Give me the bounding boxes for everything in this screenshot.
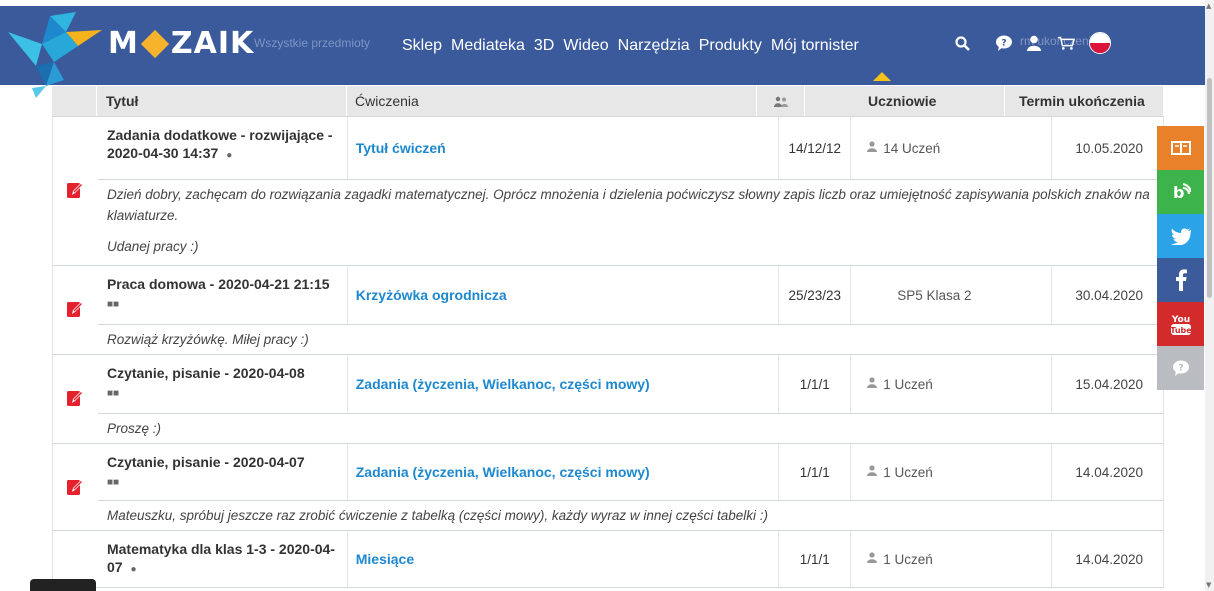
- facebook-icon[interactable]: [1157, 258, 1204, 302]
- task-title[interactable]: Praca domowa - 2020-04-21 21:15 ■■: [98, 266, 348, 324]
- assignments-table: Tytuł Ćwiczenia Uczniowie Termin ukończe…: [52, 86, 1164, 588]
- nav-3d[interactable]: 3D: [534, 37, 554, 55]
- title-type-icon: ■■: [106, 388, 120, 399]
- scroll-up-icon[interactable]: ▲: [1206, 2, 1211, 10]
- exercise-link[interactable]: Miesiące: [356, 551, 414, 567]
- svg-text:?: ?: [1178, 364, 1183, 374]
- floating-widget[interactable]: [30, 579, 96, 591]
- nav-moj-tornister[interactable]: Mój tornister: [771, 37, 859, 55]
- task-title[interactable]: Matematyka dla klas 1-3 - 2020-04-07 ●: [98, 531, 348, 587]
- svg-text:b: b: [1173, 183, 1184, 202]
- cart-icon[interactable]: [1057, 32, 1075, 54]
- table-row: Praca domowa - 2020-04-21 21:15 ■■ Krzyżó…: [52, 266, 1164, 355]
- share-icon[interactable]: b: [1157, 170, 1204, 214]
- exercise-link[interactable]: Zadania (życzenia, Wielkanoc, części mow…: [356, 376, 650, 392]
- title-type-icon: ●: [226, 150, 233, 161]
- help-icon[interactable]: ?: [1157, 346, 1204, 390]
- user-icon[interactable]: [1025, 32, 1043, 54]
- column-title[interactable]: Tytuł: [97, 86, 347, 116]
- page-scrollbar[interactable]: ▲ ▼: [1205, 0, 1214, 591]
- scroll-down-icon[interactable]: ▼: [1206, 581, 1211, 589]
- students-cell[interactable]: 14 Uczeń: [851, 117, 1053, 179]
- search-icon[interactable]: [953, 32, 971, 54]
- table-row: Czytanie, pisanie - 2020-04-08 ■■ Zadania…: [52, 355, 1164, 444]
- exercise-link[interactable]: Krzyżówka ogrodnicza: [356, 287, 507, 303]
- mozaik-bird-logo-icon[interactable]: [6, 10, 106, 98]
- completion-count: 25/23/23: [779, 266, 852, 324]
- logo-text-right: ZAIK: [170, 26, 255, 61]
- task-note: Dzień dobry, zachęcam do rozwiązania zag…: [98, 179, 1163, 265]
- table-header: Tytuł Ćwiczenia Uczniowie Termin ukończe…: [52, 86, 1164, 117]
- task-note: Rozwiąż krzyżówkę. Miłej pracy :): [98, 324, 1163, 354]
- students-cell[interactable]: SP5 Klasa 2: [851, 266, 1053, 324]
- nav-produkty[interactable]: Produkty: [699, 37, 762, 55]
- students-cell[interactable]: 1 Uczeń: [851, 531, 1053, 587]
- due-date: 15.04.2020: [1075, 376, 1143, 392]
- due-date: 10.05.2020: [1075, 140, 1143, 156]
- completion-count: 1/1/1: [779, 531, 852, 587]
- nav-wideo[interactable]: Wideo: [563, 37, 608, 55]
- logo-text-left: M: [108, 26, 139, 61]
- main-nav: Sklep Mediateka 3D Wideo Narzędzia Produ…: [402, 32, 868, 60]
- flag-pl-icon[interactable]: [1089, 32, 1111, 54]
- completion-count: 14/12/12: [779, 117, 852, 179]
- person-icon: [867, 141, 878, 155]
- header-tools: ?: [953, 32, 1111, 54]
- table-row: Matematyka dla klas 1-3 - 2020-04-07 ● Mi…: [52, 531, 1164, 588]
- completion-count: 1/1/1: [779, 355, 852, 413]
- exercise-link[interactable]: Zadania (życzenia, Wielkanoc, części mow…: [356, 464, 650, 480]
- nav-mediateka[interactable]: Mediateka: [451, 37, 525, 55]
- svg-text:Tube: Tube: [1170, 326, 1192, 335]
- task-title[interactable]: Zadania dodatkowe - rozwijające - 2020-0…: [98, 117, 348, 179]
- students-cell[interactable]: 1 Uczeń: [851, 444, 1053, 500]
- task-note: Proszę :): [98, 413, 1163, 443]
- person-icon: [867, 465, 878, 479]
- scrollbar-thumb[interactable]: [1207, 78, 1212, 298]
- subject-filter-ghost: Wszystkie przedmioty: [254, 36, 371, 50]
- due-date: 30.04.2020: [1075, 287, 1143, 303]
- active-nav-indicator: [873, 72, 891, 81]
- column-exercises[interactable]: Ćwiczenia: [347, 86, 757, 116]
- twitter-icon[interactable]: [1157, 214, 1204, 258]
- task-title[interactable]: Czytanie, pisanie - 2020-04-08 ■■: [98, 355, 348, 413]
- completion-count: 1/1/1: [779, 444, 852, 500]
- nav-narzedzia[interactable]: Narzędzia: [618, 37, 690, 55]
- social-sidebar: b You Tube ?: [1157, 126, 1204, 390]
- title-type-icon: ●: [130, 564, 137, 575]
- students-cell[interactable]: 1 Uczeń: [851, 355, 1053, 413]
- task-title[interactable]: Czytanie, pisanie - 2020-04-07 ■■: [98, 444, 348, 500]
- task-note: Mateuszku, spróbuj jeszcze raz zrobić ćw…: [98, 500, 1163, 530]
- person-icon: [867, 552, 878, 566]
- person-icon: [867, 377, 878, 391]
- column-due-date[interactable]: Termin ukończenia: [1005, 86, 1164, 116]
- due-date: 14.04.2020: [1075, 464, 1143, 480]
- column-students[interactable]: Uczniowie: [805, 86, 1005, 116]
- help-icon[interactable]: ?: [995, 32, 1013, 54]
- title-type-icon: ■■: [106, 477, 120, 488]
- table-row: Czytanie, pisanie - 2020-04-07 ■■ Zadania…: [52, 444, 1164, 531]
- table-row: Zadania dodatkowe - rozwijające - 2020-0…: [52, 117, 1164, 266]
- task-edit-icon[interactable]: [67, 181, 83, 199]
- youtube-icon[interactable]: You Tube: [1157, 302, 1204, 346]
- exercise-link[interactable]: Tytuł ćwiczeń: [356, 140, 446, 156]
- nav-sklep[interactable]: Sklep: [402, 37, 442, 55]
- mozaik-logo[interactable]: M ZAIK: [108, 24, 254, 64]
- logo-diamond-icon: [140, 29, 170, 59]
- group-icon: [757, 86, 805, 116]
- title-type-icon: ■■: [106, 299, 120, 310]
- book-icon[interactable]: [1157, 126, 1204, 170]
- svg-text:You: You: [1170, 315, 1189, 325]
- due-date: 14.04.2020: [1075, 551, 1143, 567]
- svg-text:?: ?: [1001, 39, 1006, 49]
